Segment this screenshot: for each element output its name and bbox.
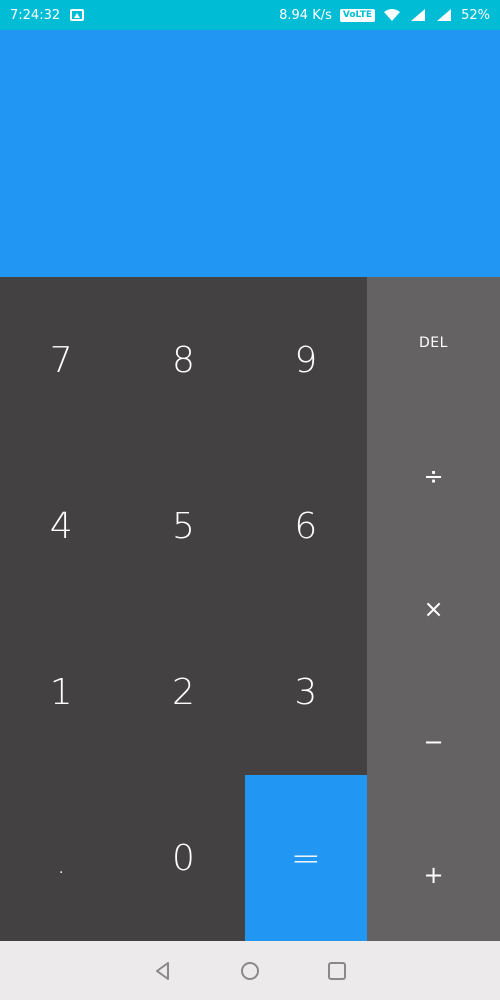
recents-icon[interactable] xyxy=(325,959,349,983)
number-pad: 7 8 9 4 5 6 1 2 3 . 0 = xyxy=(0,277,367,941)
signal-icon xyxy=(411,9,426,21)
divide-button[interactable]: ÷ xyxy=(367,410,500,543)
key-4[interactable]: 4 xyxy=(0,443,122,609)
minus-button[interactable]: − xyxy=(367,675,500,808)
volte-badge: VoLTE xyxy=(339,8,376,22)
status-time: 7:24:32 xyxy=(10,7,61,23)
key-decimal[interactable]: . xyxy=(0,775,122,941)
wifi-icon xyxy=(384,9,401,21)
key-6[interactable]: 6 xyxy=(245,443,367,609)
home-icon[interactable] xyxy=(238,959,262,983)
signal-icon xyxy=(437,9,452,21)
key-8[interactable]: 8 xyxy=(122,277,244,443)
image-notification-icon xyxy=(70,9,85,21)
delete-button[interactable]: DEL xyxy=(367,277,500,410)
key-7[interactable]: 7 xyxy=(0,277,122,443)
equals-button[interactable]: = xyxy=(244,775,367,941)
battery-level: 52% xyxy=(461,7,490,23)
status-bar: 7:24:32 8.94 K/s VoLTE 52% xyxy=(0,0,500,30)
calculator-display xyxy=(0,30,500,277)
multiply-button[interactable]: × xyxy=(367,543,500,676)
key-3[interactable]: 3 xyxy=(245,609,367,775)
plus-button[interactable]: + xyxy=(367,808,500,941)
key-9[interactable]: 9 xyxy=(245,277,367,443)
network-speed: 8.94 K/s xyxy=(279,7,332,23)
navigation-bar xyxy=(0,941,500,1000)
back-icon[interactable] xyxy=(151,959,175,983)
key-0[interactable]: 0 xyxy=(122,775,244,941)
operator-panel: DEL ÷ × − + xyxy=(367,277,500,941)
key-1[interactable]: 1 xyxy=(0,609,122,775)
key-5[interactable]: 5 xyxy=(122,443,244,609)
key-2[interactable]: 2 xyxy=(122,609,244,775)
